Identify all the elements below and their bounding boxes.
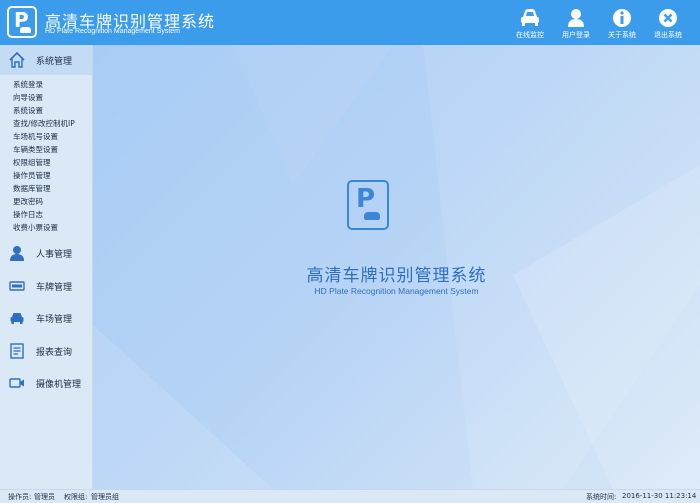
center-logo: P <box>347 180 389 230</box>
close-icon <box>659 9 677 27</box>
sidebar: 系统管理 系统登录 向导设置 系统设置 查找/修改控制机IP 车场机号设置 车辆… <box>0 45 93 489</box>
group-value: 管理员组 <box>91 493 119 501</box>
center-subtitle: HD Plate Recognition Management System <box>314 286 479 296</box>
subitem-wizard-settings[interactable]: 向导设置 <box>13 92 43 104</box>
main-panel: P 高清车牌识别管理系统 HD Plate Recognition Manage… <box>93 45 700 489</box>
report-icon <box>10 343 24 359</box>
app-subtitle: HD Plate Recognition Management System <box>45 28 181 35</box>
operator-value: 管理员 <box>34 493 55 501</box>
person-icon <box>10 246 24 261</box>
logo-car-icon <box>20 27 31 33</box>
sidebar-item-label: 摄像机管理 <box>36 380 82 390</box>
subitem-database-management[interactable]: 数据库管理 <box>13 183 51 195</box>
sidebar-item-label: 车牌管理 <box>36 283 73 293</box>
sidebar-item-label: 系统管理 <box>36 57 73 67</box>
group-label: 权限组: <box>64 493 88 501</box>
sidebar-item-label: 报表查询 <box>36 348 73 358</box>
subitem-system-login[interactable]: 系统登录 <box>13 79 43 91</box>
car-icon <box>521 9 539 26</box>
subitem-change-password[interactable]: 更改密码 <box>13 196 43 208</box>
app-logo: P <box>7 6 37 38</box>
user-login-button[interactable]: 用户登录 <box>554 6 598 42</box>
exit-system-label: 退出系统 <box>654 31 682 39</box>
sidebar-item-personnel[interactable]: 人事管理 <box>0 238 92 268</box>
about-system-label: 关于系统 <box>608 31 636 39</box>
car-icon <box>10 313 24 324</box>
sidebar-item-parking[interactable]: 车场管理 <box>0 303 92 333</box>
center-logo-letter: P <box>356 184 376 214</box>
sidebar-item-label: 车场管理 <box>36 315 73 325</box>
plate-icon <box>9 281 25 291</box>
exit-system-button[interactable]: 退出系统 <box>646 6 690 42</box>
user-login-label: 用户登录 <box>562 31 590 39</box>
sidebar-item-camera[interactable]: 摄像机管理 <box>0 368 92 398</box>
subitem-operation-log[interactable]: 操作日志 <box>13 209 43 221</box>
center-title: 高清车牌识别管理系统 <box>306 266 487 286</box>
sidebar-item-system-management-row: 系统管理 <box>0 45 92 75</box>
subitem-parking-machine-no[interactable]: 车场机号设置 <box>13 131 58 143</box>
operator-label: 操作员: <box>8 493 32 501</box>
time-label: 系统时间: <box>586 493 617 501</box>
app-header: P 高清车牌识别管理系统 HD Plate Recognition Manage… <box>0 0 700 45</box>
time-value: 2016-11-30 11:23:14 <box>622 492 697 500</box>
status-bar: 操作员: 管理员 权限组: 管理员组 系统时间: 2016-11-30 11:2… <box>0 489 700 503</box>
sidebar-item-label: 人事管理 <box>36 250 73 260</box>
online-monitor-button[interactable]: 在线监控 <box>508 6 552 42</box>
home-icon <box>9 52 25 68</box>
camera-icon <box>9 378 24 388</box>
user-icon <box>568 9 584 27</box>
sidebar-item-system-management[interactable]: 系统管理 <box>0 45 92 75</box>
subitem-controller-ip[interactable]: 查找/修改控制机IP <box>13 118 75 130</box>
sidebar-item-reports[interactable]: 报表查询 <box>0 336 92 366</box>
about-system-button[interactable]: 关于系统 <box>600 6 644 42</box>
subitem-system-settings[interactable]: 系统设置 <box>13 105 43 117</box>
subitem-receipt-settings[interactable]: 收费小票设置 <box>13 222 58 234</box>
subitem-vehicle-type[interactable]: 车辆类型设置 <box>13 144 58 156</box>
sidebar-item-plate[interactable]: 车牌管理 <box>0 271 92 301</box>
info-icon <box>613 9 631 27</box>
online-monitor-label: 在线监控 <box>516 31 544 39</box>
center-logo-car-icon <box>364 212 380 220</box>
subitem-operator-management[interactable]: 操作员管理 <box>13 170 51 182</box>
subitem-permission-group[interactable]: 权限组管理 <box>13 157 51 169</box>
